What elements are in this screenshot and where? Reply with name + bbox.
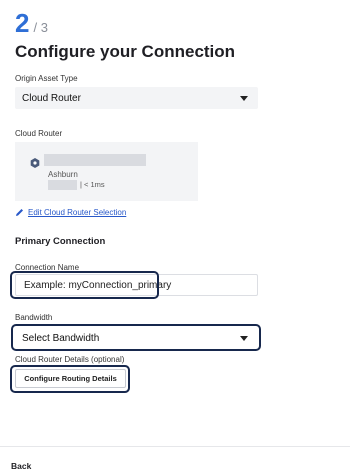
cloud-router-latency: | < 1ms — [80, 180, 105, 189]
cloud-router-label: Cloud Router — [15, 129, 63, 138]
bandwidth-focus-ring — [11, 324, 261, 351]
bandwidth-label: Bandwidth — [15, 313, 53, 322]
chevron-down-icon — [240, 95, 248, 101]
cloud-router-hex-icon — [30, 158, 40, 168]
back-button[interactable]: Back — [11, 461, 31, 471]
cloud-router-card: Ashburn | < 1ms — [15, 142, 198, 201]
current-step: 2 — [15, 8, 30, 38]
origin-asset-type-value: Cloud Router — [22, 92, 81, 104]
cloud-router-location: Ashburn — [48, 170, 78, 179]
origin-asset-type-label: Origin Asset Type — [15, 74, 78, 83]
cloud-router-detail-redacted — [48, 180, 77, 190]
footer-divider — [0, 446, 350, 447]
cloud-router-name-redacted — [44, 154, 146, 166]
origin-asset-type-select[interactable]: Cloud Router — [15, 87, 258, 109]
primary-connection-title: Primary Connection — [15, 236, 106, 247]
edit-link-label: Edit Cloud Router Selection — [28, 208, 127, 217]
cloud-router-details-label: Cloud Router Details (optional) — [15, 355, 125, 364]
edit-cloud-router-link[interactable]: Edit Cloud Router Selection — [15, 208, 126, 217]
step-indicator: 2 / 3 — [15, 9, 48, 37]
page-title: Configure your Connection — [15, 42, 236, 61]
connection-name-focus-ring — [10, 271, 159, 299]
pencil-icon — [16, 209, 23, 216]
total-steps: / 3 — [33, 20, 48, 35]
routing-button-focus-ring — [10, 365, 130, 393]
